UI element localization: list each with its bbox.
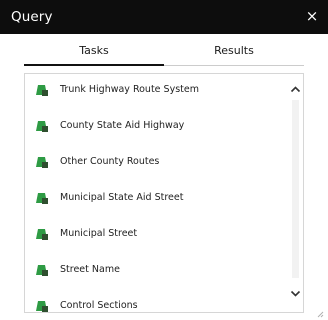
task-item-label: Municipal Street <box>60 228 138 239</box>
task-item-municipal-state-aid-street[interactable]: Municipal State Aid Street <box>25 182 285 218</box>
panel-title: Query <box>11 9 53 25</box>
tab-bar: Tasks Results <box>24 40 304 66</box>
task-item-control-sections[interactable]: Control Sections <box>25 290 285 312</box>
task-list-container: Trunk Highway Route System County State … <box>24 73 304 313</box>
task-item-label: Other County Routes <box>60 156 160 167</box>
query-task-icon <box>36 265 48 276</box>
query-task-icon <box>36 229 48 240</box>
task-item-label: Control Sections <box>60 300 138 311</box>
task-item-county-state-aid-highway[interactable]: County State Aid Highway <box>25 110 285 146</box>
query-task-icon <box>36 121 48 132</box>
task-item-trunk-highway-route-system[interactable]: Trunk Highway Route System <box>25 74 285 110</box>
query-task-icon <box>36 157 48 168</box>
query-task-icon <box>36 193 48 204</box>
tab-tasks[interactable]: Tasks <box>24 40 164 66</box>
task-item-other-county-routes[interactable]: Other County Routes <box>25 146 285 182</box>
scrollbar-thumb[interactable] <box>292 100 299 278</box>
panel-header: Query × <box>0 0 328 34</box>
tab-results[interactable]: Results <box>164 40 304 66</box>
task-item-label: County State Aid Highway <box>60 120 185 131</box>
task-list: Trunk Highway Route System County State … <box>25 74 285 312</box>
task-item-label: Street Name <box>60 264 120 275</box>
query-panel: Query × Tasks Results Trunk Highway Rout… <box>0 0 328 320</box>
query-task-icon <box>36 85 48 96</box>
close-icon[interactable]: × <box>304 7 320 25</box>
task-item-label: Municipal State Aid Street <box>60 192 184 203</box>
chevron-down-icon[interactable] <box>288 286 303 301</box>
task-item-street-name[interactable]: Street Name <box>25 254 285 290</box>
query-task-icon <box>36 301 48 312</box>
task-item-municipal-street[interactable]: Municipal Street <box>25 218 285 254</box>
task-item-label: Trunk Highway Route System <box>60 84 199 95</box>
resize-grip-icon[interactable] <box>316 310 324 318</box>
chevron-up-icon[interactable] <box>288 82 303 97</box>
list-scrollbar[interactable] <box>288 74 303 312</box>
